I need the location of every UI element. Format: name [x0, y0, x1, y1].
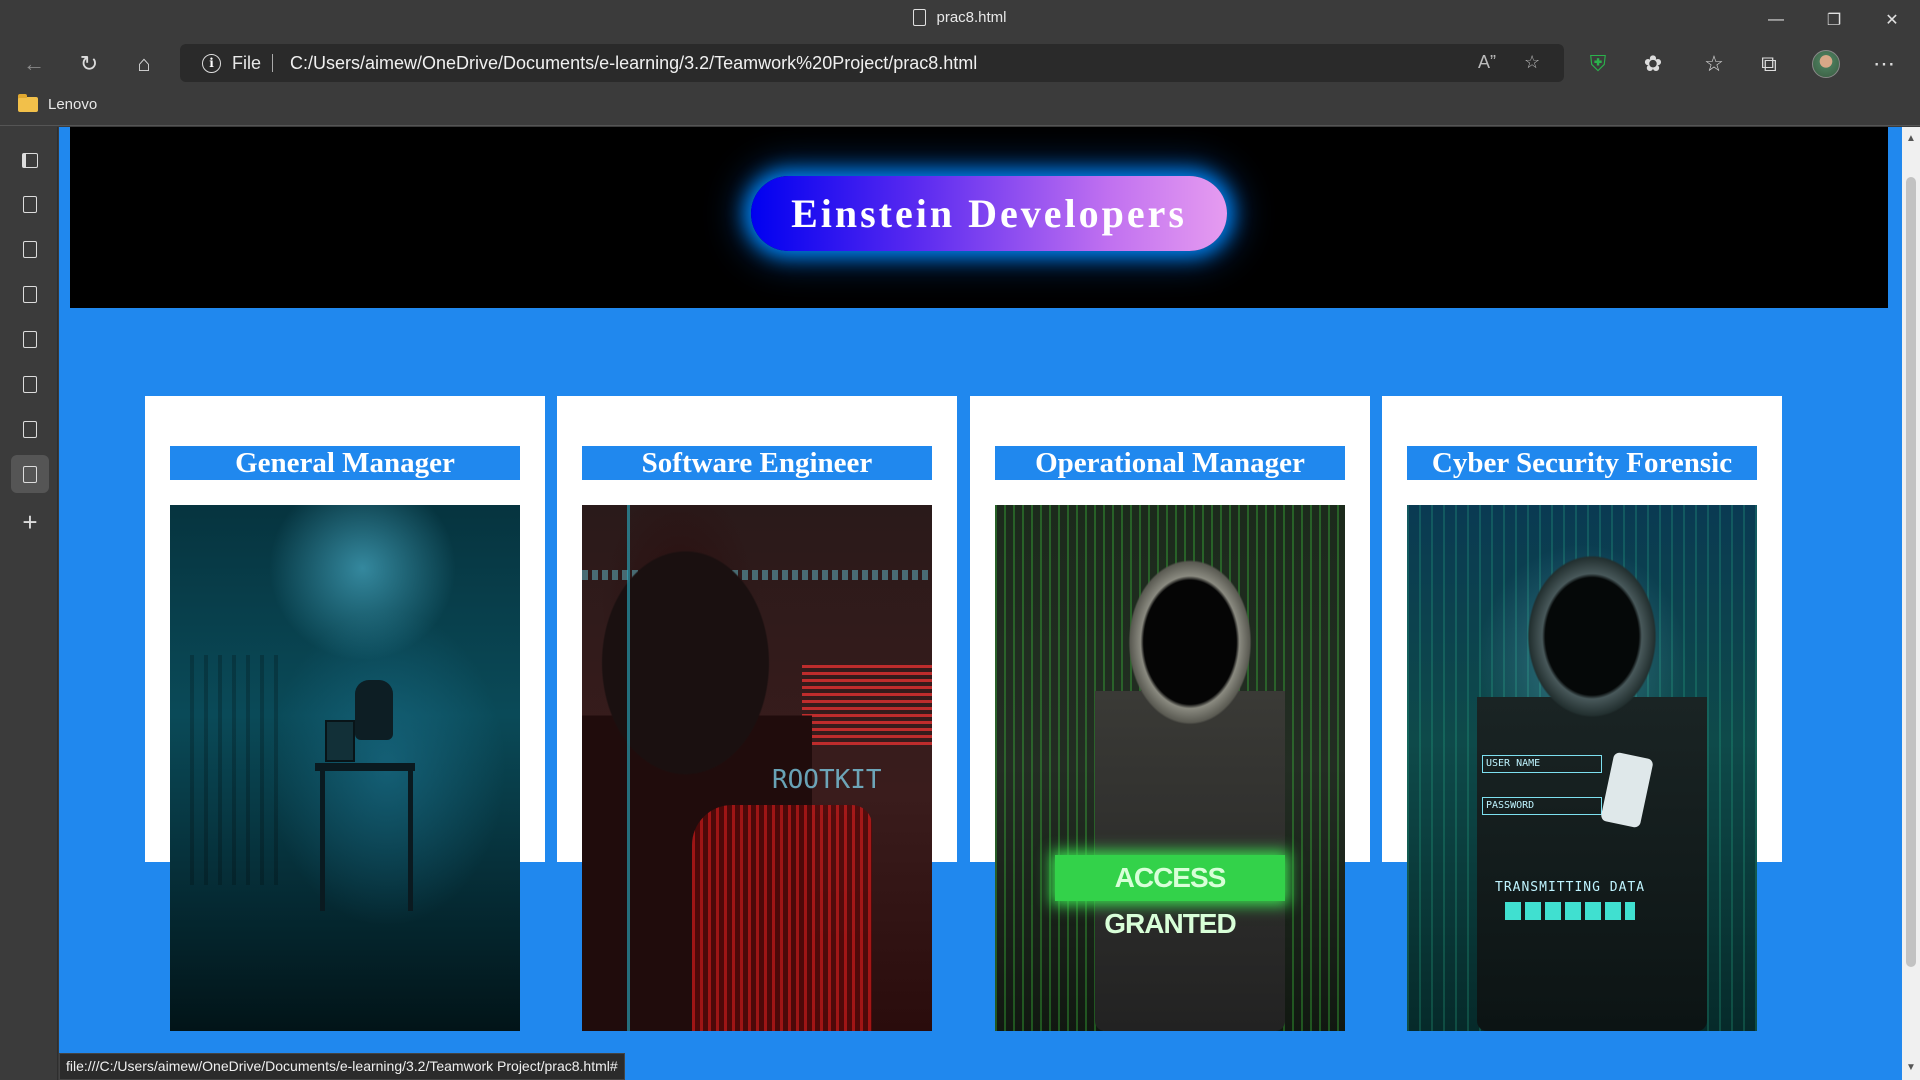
page-icon: [23, 240, 37, 258]
vertical-scrollbar[interactable]: ▲ ▼: [1902, 127, 1920, 1080]
new-tab-button[interactable]: +: [11, 503, 49, 541]
sidebar-tab-3[interactable]: [11, 275, 49, 313]
tab-actions-icon[interactable]: [11, 141, 49, 179]
sidebar-tab-5[interactable]: [11, 365, 49, 403]
browser-toolbar: ← ↻ ⌂ i File C:/Users/aimew/OneDrive/Doc…: [0, 40, 1920, 88]
header-banner: Einstein Developers: [70, 127, 1888, 308]
transmitting-data-text: TRANSMITTING DATA: [1495, 880, 1646, 895]
password-field-graphic: PASSWORD: [1482, 797, 1602, 815]
username-field-graphic: USER NAME: [1482, 755, 1602, 773]
scroll-up-icon[interactable]: ▲: [1906, 133, 1916, 144]
document-icon: [913, 9, 927, 26]
favorites-icon[interactable]: ☆: [1696, 46, 1732, 82]
plus-icon: +: [22, 506, 38, 537]
extensions-icon[interactable]: ✿: [1635, 46, 1671, 82]
url-text[interactable]: C:/Users/aimew/OneDrive/Documents/e-lear…: [290, 53, 977, 74]
sidebar-tab-7-active[interactable]: [11, 455, 49, 493]
address-separator: [272, 54, 273, 72]
read-aloud-icon[interactable]: A”: [1478, 52, 1496, 73]
sidebar-tab-1[interactable]: [11, 185, 49, 223]
status-bar-link-preview: file:///C:/Users/aimew/OneDrive/Document…: [59, 1053, 625, 1080]
sidebar-tab-4[interactable]: [11, 320, 49, 358]
access-granted-text: ACCESS GRANTED: [1055, 855, 1285, 939]
folder-icon: [18, 94, 38, 112]
scroll-down-icon[interactable]: ▼: [1906, 1062, 1916, 1073]
sidebar-tab-6[interactable]: [11, 410, 49, 448]
card-title: Software Engineer: [582, 446, 932, 480]
home-icon[interactable]: ⌂: [126, 46, 162, 82]
card-title: Cyber Security Forensic: [1407, 446, 1757, 480]
collections-icon[interactable]: ⧉: [1751, 46, 1787, 82]
card-title: Operational Manager: [995, 446, 1345, 480]
window-title: prac8.html: [0, 9, 1920, 26]
address-bar[interactable]: i File C:/Users/aimew/OneDrive/Documents…: [180, 44, 1564, 82]
page-icon: [23, 330, 37, 348]
page-icon: [23, 375, 37, 393]
restore-button[interactable]: ❐: [1806, 0, 1862, 40]
page-icon: [23, 195, 37, 213]
info-icon[interactable]: i: [202, 54, 221, 73]
vertical-tabs-sidebar: +: [0, 127, 58, 1080]
refresh-icon[interactable]: ↻: [71, 46, 107, 82]
page-icon: [23, 465, 37, 483]
sidebar-tab-2[interactable]: [11, 230, 49, 268]
profile-avatar[interactable]: [1808, 46, 1844, 82]
site-title: Einstein Developers: [751, 176, 1227, 251]
bookmarks-bar: Lenovo: [0, 88, 1920, 126]
page-viewport: Einstein Developers General Manager Soft…: [59, 127, 1902, 1080]
back-arrow-icon[interactable]: ←: [16, 46, 52, 82]
operational-manager-image: ACCESS GRANTED: [995, 505, 1345, 1031]
bookmark-folder-lenovo[interactable]: Lenovo: [18, 94, 97, 113]
title-bar: prac8.html — ❐ ✕: [0, 0, 1920, 40]
page-icon: [23, 420, 37, 438]
general-manager-image: [170, 505, 520, 1031]
minimize-button[interactable]: —: [1748, 0, 1804, 40]
browser-essentials-icon[interactable]: ⛨: [1580, 46, 1616, 82]
page-icon: [23, 285, 37, 303]
protocol-label: File: [232, 53, 262, 73]
close-button[interactable]: ✕: [1864, 0, 1920, 40]
software-engineer-image: ROOTKIT: [582, 505, 932, 1031]
add-favorite-icon[interactable]: ☆: [1524, 52, 1540, 73]
scroll-thumb[interactable]: [1906, 177, 1916, 967]
card-title: General Manager: [170, 446, 520, 480]
cyber-security-image: USER NAME PASSWORD TRANSMITTING DATA: [1407, 505, 1757, 1031]
more-menu-icon[interactable]: ⋯: [1866, 46, 1902, 82]
